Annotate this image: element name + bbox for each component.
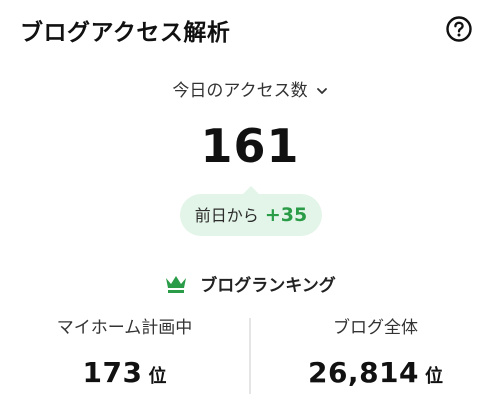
ranking-category-value: 173 bbox=[82, 356, 143, 389]
ranking-overall-label: ブログ全体 bbox=[333, 318, 418, 338]
diff-badge-pill: 前日から +35 bbox=[180, 194, 322, 236]
ranking-heading-label: ブログランキング bbox=[200, 276, 336, 296]
ranking-category-label: マイホーム計画中 bbox=[56, 318, 193, 338]
diff-badge-pointer bbox=[243, 186, 259, 194]
header: ブログアクセス解析 bbox=[0, 0, 500, 58]
ranking-overall-unit: 位 bbox=[425, 366, 444, 387]
help-button[interactable] bbox=[445, 15, 473, 43]
diff-badge: 前日から +35 bbox=[180, 186, 322, 236]
question-circle-icon bbox=[446, 16, 472, 42]
chevron-down-icon bbox=[316, 88, 327, 94]
ranking-overall-value: 26,814 bbox=[307, 356, 420, 389]
ranking-category-unit: 位 bbox=[148, 366, 167, 387]
crown-icon bbox=[166, 275, 187, 293]
metric-dropdown-label: 今日のアクセス数 bbox=[172, 81, 308, 101]
diff-label: 前日から bbox=[194, 206, 259, 225]
ranking-heading: ブログランキング bbox=[0, 271, 500, 296]
ranking-category: マイホーム計画中 173 位 bbox=[0, 316, 249, 389]
metric-dropdown[interactable]: 今日のアクセス数 bbox=[0, 76, 500, 101]
access-count: 161 bbox=[200, 119, 300, 173]
page-title: ブログアクセス解析 bbox=[20, 20, 231, 46]
ranking-overall: ブログ全体 26,814 位 bbox=[251, 316, 500, 389]
diff-value: +35 bbox=[264, 204, 308, 226]
